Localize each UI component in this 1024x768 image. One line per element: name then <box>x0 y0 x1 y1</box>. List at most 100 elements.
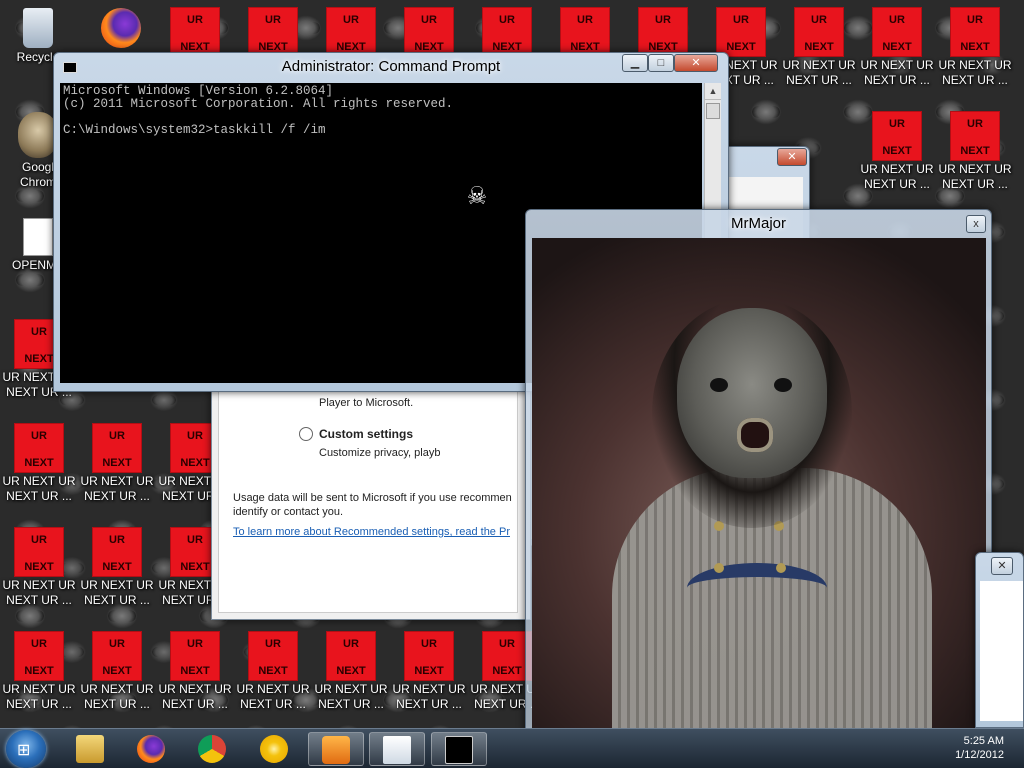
media-player-taskbar-button[interactable] <box>308 732 364 766</box>
ur-next-tile: UR NEXT <box>951 8 999 56</box>
ur-next-icon[interactable]: UR NEXT <box>547 8 623 58</box>
ur-label-line2: NEXT UR ... <box>84 489 150 503</box>
ur-next-icon[interactable]: UR NEXT <box>469 8 545 58</box>
custom-settings-radio[interactable] <box>299 427 313 441</box>
ur-next-tile: UR NEXT <box>405 8 453 56</box>
ur-label-line2: NEXT UR ... <box>162 697 228 711</box>
firefox-taskbar-button[interactable] <box>123 732 179 766</box>
partial-dialog-window[interactable]: ✕ <box>975 552 1024 728</box>
media-player-icon <box>322 736 350 764</box>
ur-label-line2: NEXT UR ... <box>84 697 150 711</box>
ur-next-tile: UR NEXT <box>171 8 219 56</box>
scroll-thumb[interactable] <box>706 103 720 119</box>
ur-next-icon[interactable]: UR NEXT <box>157 8 233 58</box>
ur-next-icon[interactable]: UR NEXT UR NEXT UR NEXT UR ... <box>1 424 77 504</box>
mrmajor-close-button[interactable]: x <box>966 215 986 233</box>
chrome-canary-taskbar-button[interactable] <box>246 732 302 766</box>
ur-label-line1: UR NEXT UR <box>860 162 934 176</box>
ur-label-line2: NEXT UR ... <box>396 697 462 711</box>
scroll-up-arrow-icon[interactable]: ▲ <box>705 83 721 100</box>
firefox-icon <box>101 8 141 48</box>
ur-next-icon[interactable]: UR NEXT UR NEXT UR NEXT UR ... <box>1 528 77 608</box>
ur-next-icon[interactable]: UR NEXT <box>391 8 467 58</box>
custom-settings-label[interactable]: Custom settings <box>319 427 413 441</box>
ur-tile-top-text: UR <box>31 534 47 546</box>
ur-label-line2: NEXT UR ... <box>786 73 852 87</box>
cmd-taskbar-button[interactable] <box>431 732 487 766</box>
dialog-taskbar-button[interactable] <box>369 732 425 766</box>
skull-cursor-icon: ☠ <box>468 180 487 214</box>
learn-more-link[interactable]: To learn more about Recommended settings… <box>233 526 510 538</box>
ur-label-line1: UR NEXT UR <box>80 578 154 592</box>
ur-next-tile: UR NEXT <box>171 632 219 680</box>
mrmajor-titlebar[interactable]: MrMajor x <box>526 210 991 238</box>
ur-tile-top-text: UR <box>109 638 125 650</box>
ur-next-icon[interactable]: UR NEXT UR NEXT UR NEXT UR ... <box>1 632 77 712</box>
cmd-titlebar[interactable]: Administrator: Command Prompt ▁ □ ✕ <box>54 53 728 81</box>
usage-text-line2: identify or contact you. <box>233 506 344 518</box>
ur-next-icon[interactable]: UR NEXT UR NEXT UR NEXT UR ... <box>859 112 935 192</box>
ur-next-tile: UR NEXT <box>327 8 375 56</box>
ur-next-icon[interactable]: UR NEXT UR NEXT UR NEXT UR ... <box>937 112 1013 192</box>
background-dialog-close-button[interactable]: ✕ <box>777 148 807 166</box>
firefox-icon <box>137 735 165 763</box>
ur-tile-top-text: UR <box>967 118 983 130</box>
doll-eye <box>710 378 728 392</box>
ur-tile-top-text: UR <box>187 14 203 26</box>
chrome-canary-icon <box>260 735 288 763</box>
firefox-shortcut-icon[interactable] <box>83 8 159 50</box>
ur-tile-top-text: UR <box>967 14 983 26</box>
ur-next-tile: UR NEXT <box>93 528 141 576</box>
ur-tile-top-text: UR <box>343 638 359 650</box>
ur-label-line1: UR NEXT UR <box>938 58 1012 72</box>
ur-tile-top-text: UR <box>421 14 437 26</box>
ur-next-icon[interactable]: UR NEXT UR NEXT UR NEXT UR ... <box>937 8 1013 88</box>
ur-next-icon[interactable]: UR NEXT <box>235 8 311 58</box>
ur-tile-bottom-text: NEXT <box>882 41 912 53</box>
ur-tile-top-text: UR <box>265 14 281 26</box>
ur-label-line1: UR NEXT UR <box>80 474 154 488</box>
ur-next-icon[interactable]: UR NEXT UR NEXT UR NEXT UR ... <box>313 632 389 712</box>
partial-dialog-titlebar[interactable]: ✕ <box>976 553 1023 581</box>
ur-label-line2: NEXT UR ... <box>942 73 1008 87</box>
ur-label-line1: UR NEXT UR <box>236 682 310 696</box>
ur-next-icon[interactable]: UR NEXT UR NEXT UR NEXT UR ... <box>79 528 155 608</box>
ur-next-icon[interactable]: UR NEXT <box>625 8 701 58</box>
maximize-button[interactable]: □ <box>648 54 674 72</box>
partial-dialog-body <box>980 581 1023 721</box>
system-clock[interactable]: 5:25 AM 1/12/2012 <box>955 734 1004 762</box>
partial-dialog-close-button[interactable]: ✕ <box>991 557 1013 575</box>
ur-next-icon[interactable]: UR NEXT UR NEXT UR NEXT UR ... <box>391 632 467 712</box>
mrmajor-window[interactable]: MrMajor x <box>525 209 992 768</box>
start-button[interactable]: ⊞ <box>6 730 46 768</box>
ur-next-icon[interactable]: UR NEXT UR NEXT UR NEXT UR ... <box>235 632 311 712</box>
ur-next-icon[interactable]: UR NEXT UR NEXT UR NEXT UR ... <box>79 424 155 504</box>
document-icon <box>23 218 53 256</box>
ur-tile-top-text: UR <box>31 638 47 650</box>
ur-next-tile: UR NEXT <box>483 8 531 56</box>
recycle-bin-icon-graphic <box>23 8 53 48</box>
explorer-taskbar-button[interactable] <box>62 732 118 766</box>
ur-next-tile: UR NEXT <box>249 8 297 56</box>
ur-label-line2: NEXT UR ... <box>84 593 150 607</box>
ur-next-icon[interactable]: UR NEXT <box>313 8 389 58</box>
close-button[interactable]: ✕ <box>674 54 718 72</box>
ur-next-icon[interactable]: UR NEXT UR NEXT UR NEXT UR ... <box>79 632 155 712</box>
clock-time: 5:25 AM <box>963 735 1004 747</box>
ur-tile-top-text: UR <box>499 14 515 26</box>
ur-label-line2: NEXT UR ... <box>240 697 306 711</box>
ur-next-icon[interactable]: UR NEXT UR NEXT UR NEXT UR ... <box>781 8 857 88</box>
ur-next-icon[interactable]: UR NEXT UR NEXT UR NEXT UR ... <box>859 8 935 88</box>
ur-next-tile: UR NEXT <box>15 528 63 576</box>
ur-label-line1: UR NEXT UR <box>938 162 1012 176</box>
ur-tile-bottom-text: NEXT <box>882 145 912 157</box>
chrome-taskbar-button[interactable] <box>184 732 240 766</box>
ur-next-icon[interactable]: UR NEXT UR NEXT UR NEXT UR ... <box>157 632 233 712</box>
cmd-icon <box>445 736 473 764</box>
ur-label-line1: UR NEXT UR <box>392 682 466 696</box>
window-icon <box>383 736 411 764</box>
ur-next-tile: UR NEXT <box>327 632 375 680</box>
ur-label-line1: UR NEXT UR <box>158 682 232 696</box>
minimize-button[interactable]: ▁ <box>622 54 648 72</box>
folder-icon <box>76 735 104 763</box>
